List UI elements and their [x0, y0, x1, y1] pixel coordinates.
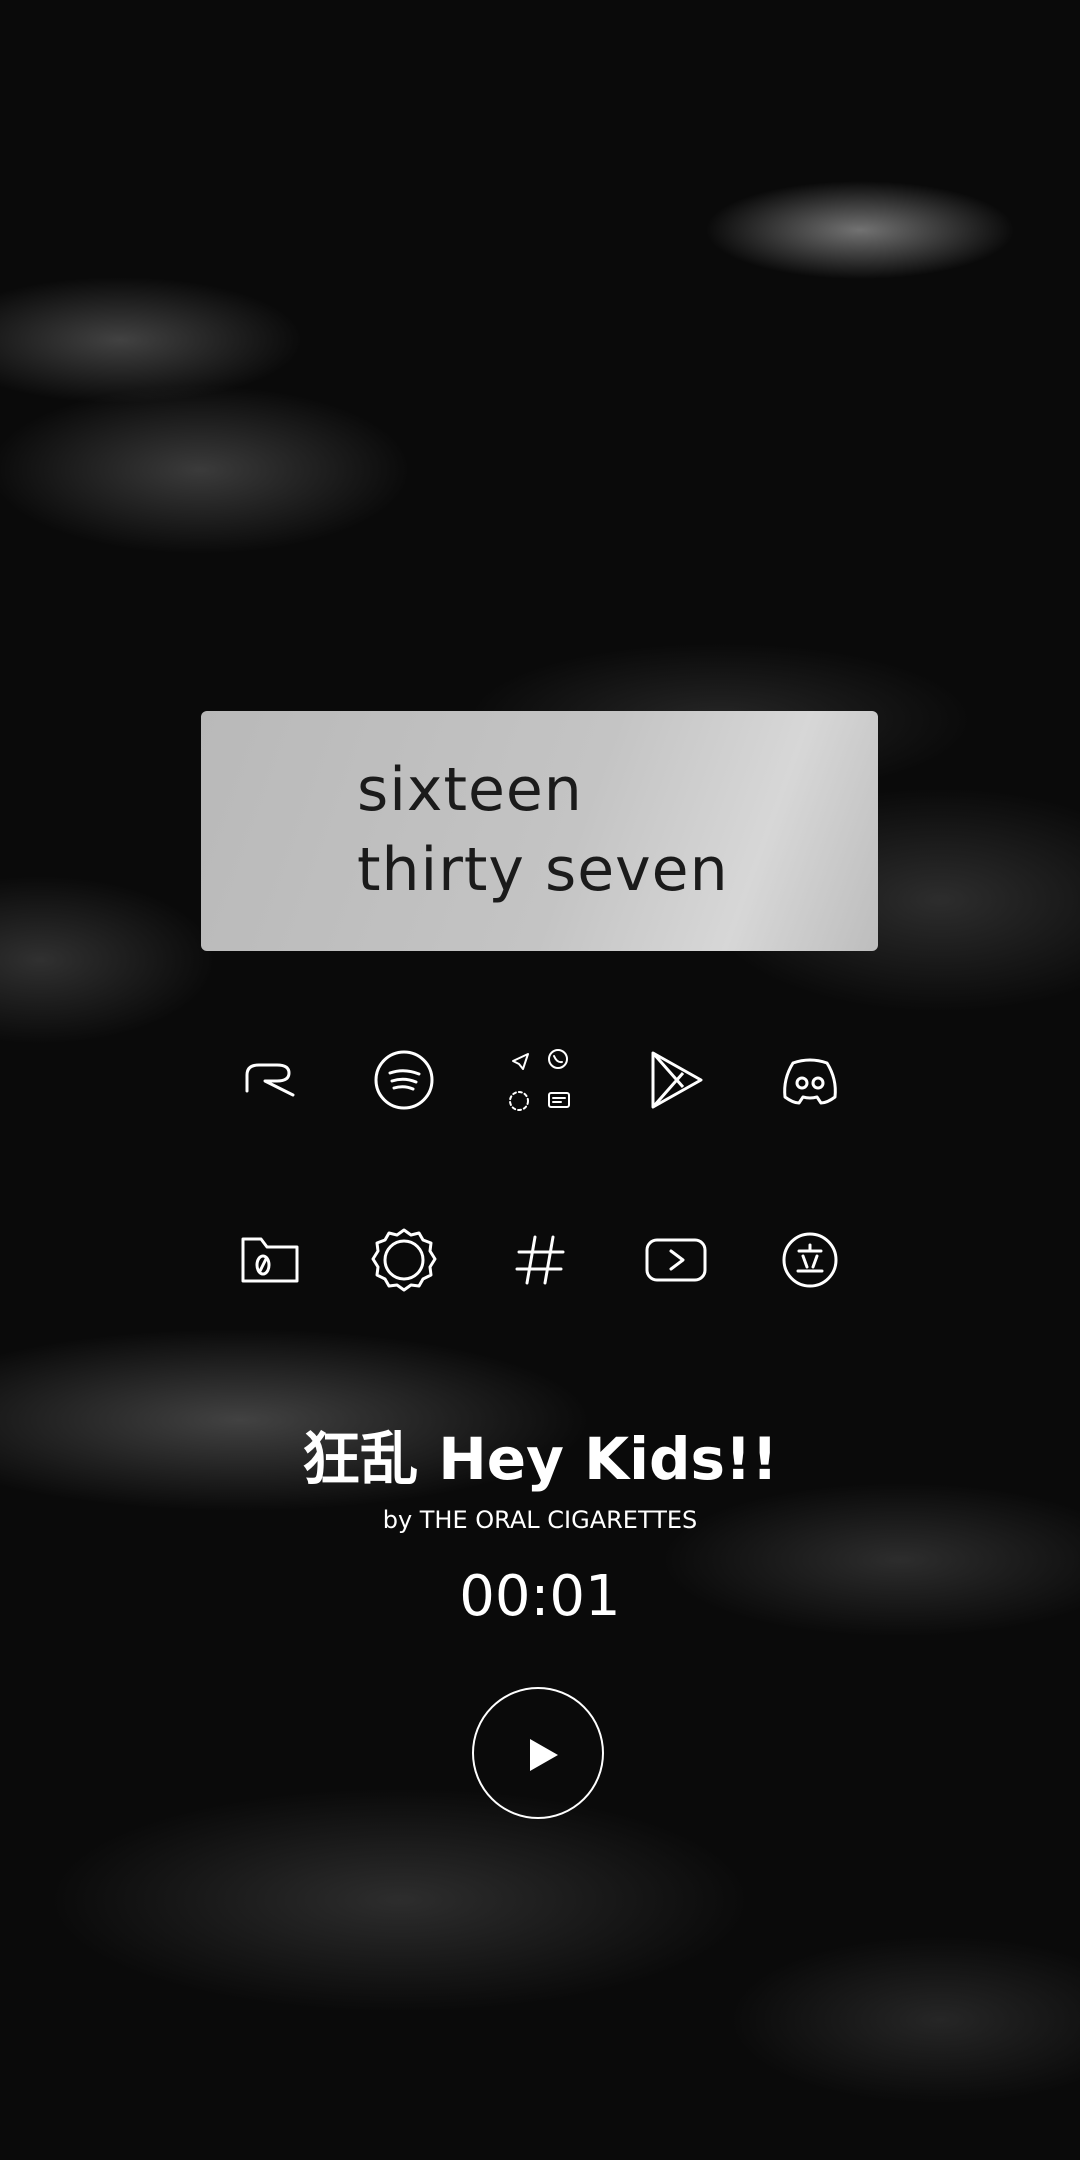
translate-icon[interactable] — [765, 1215, 855, 1305]
hashtag-icon[interactable] — [495, 1215, 585, 1305]
song-time: 00:01 — [459, 1564, 621, 1629]
discord-icon[interactable] — [765, 1035, 855, 1125]
song-title: 狂乱 Hey Kids!! — [302, 1425, 778, 1493]
clock-minute-text: thirty seven — [357, 835, 729, 905]
song-artist: by THE ORAL CIGARETTES — [382, 1506, 698, 1534]
clock-hour-text: sixteen — [357, 755, 583, 825]
play-store-icon[interactable] — [631, 1035, 721, 1125]
clock-widget[interactable] — [201, 711, 878, 951]
play-button[interactable] — [472, 1687, 604, 1819]
r-letter-icon[interactable] — [225, 1035, 315, 1125]
settings-gear-icon[interactable] — [359, 1215, 449, 1305]
youtube-icon[interactable] — [631, 1215, 721, 1305]
messaging-folder-icon[interactable] — [495, 1035, 585, 1125]
play-icon — [530, 1739, 558, 1771]
files-icon[interactable] — [225, 1215, 315, 1305]
spotify-icon[interactable] — [359, 1035, 449, 1125]
